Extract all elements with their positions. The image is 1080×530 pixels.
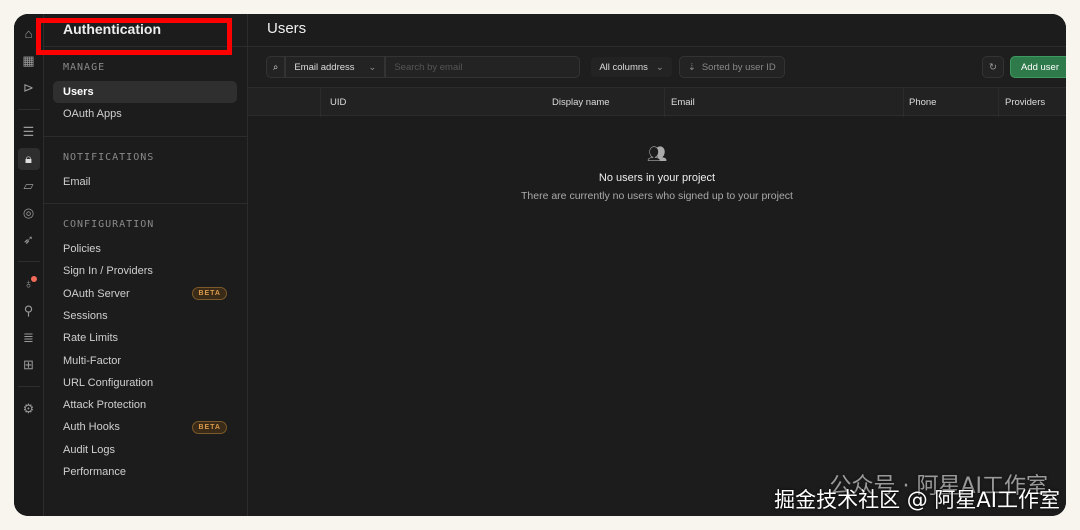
toolbar: ⌕ Email address ⌄ Search by email All col… — [248, 47, 1066, 87]
columns-dropdown[interactable]: All columns ⌄ — [590, 56, 673, 78]
search-input[interactable]: Search by email — [385, 56, 581, 78]
watermark-line2: 掘金技术社区 @ 阿星AI工作室 — [774, 488, 1060, 512]
section-notifications: NOTIFICATIONS — [63, 151, 155, 163]
integrations-icon[interactable]: ⊞ — [18, 354, 40, 376]
app-window: ⌂ ▦ ⊳ ☰ 🔒︎ ▱ ◎ ➶ ♁ ⚲ ≣ ⊞ ⚙ Authenticatio… — [14, 14, 1066, 516]
sidebar-item-policies[interactable]: Policies — [53, 238, 237, 260]
sidebar-item-oauth-apps[interactable]: OAuth Apps — [53, 103, 237, 125]
page-title: Users — [248, 14, 1066, 47]
sidebar-item-multi-factor[interactable]: Multi-Factor — [53, 349, 237, 371]
auth-sidebar: Authentication MANAGE Users OAuth Apps N… — [36, 14, 248, 516]
sidebar-item-users[interactable]: Users — [53, 81, 237, 104]
table-header: UID Display name Email Phone Providers — [248, 87, 1066, 117]
advisors-bulb-icon[interactable]: ♁ — [18, 273, 40, 295]
sidebar-item-sessions[interactable]: Sessions — [53, 305, 237, 327]
sort-icon: ⇣ — [687, 61, 696, 73]
beta-badge: BETA — [192, 420, 227, 434]
sidebar-item-audit-logs[interactable]: Audit Logs — [53, 439, 237, 461]
edge-functions-icon[interactable]: ➶ — [18, 229, 40, 251]
add-user-button[interactable]: Add user — [1009, 56, 1066, 78]
settings-gear-icon[interactable]: ⚙ — [18, 398, 40, 420]
sidebar-item-email[interactable]: Email — [53, 171, 237, 193]
empty-state: 👥︎ No users in your project There are cu… — [248, 144, 1066, 202]
empty-title: No users in your project — [598, 172, 716, 184]
sidebar-item-performance[interactable]: Performance — [53, 461, 237, 483]
sidebar-item-rate-limits[interactable]: Rate Limits — [53, 327, 237, 349]
realtime-icon[interactable]: ◎ — [18, 202, 40, 224]
storage-icon[interactable]: ▱ — [18, 175, 40, 197]
database-icon[interactable]: ☰ — [18, 121, 40, 143]
search-icon[interactable]: ⌕ — [266, 56, 286, 78]
search-field-select[interactable]: Email address ⌄ — [285, 56, 386, 78]
sql-editor-icon[interactable]: ⊳ — [18, 77, 40, 99]
highlight-box — [36, 18, 232, 55]
refresh-button[interactable]: ↻ — [982, 56, 1004, 78]
sidebar-item-auth-hooks[interactable]: Auth Hooks BETA — [53, 416, 237, 438]
icon-rail: ⌂ ▦ ⊳ ☰ 🔒︎ ▱ ◎ ➶ ♁ ⚲ ≣ ⊞ ⚙ — [14, 14, 44, 516]
sort-button[interactable]: ⇣ Sorted by user ID — [678, 56, 785, 78]
beta-badge: BETA — [192, 287, 227, 301]
column-providers[interactable]: Providers — [1005, 97, 1045, 108]
sidebar-item-attack-protection[interactable]: Attack Protection — [53, 394, 237, 416]
sidebar-item-sign-in-providers[interactable]: Sign In / Providers — [53, 260, 237, 282]
section-manage: MANAGE — [63, 62, 106, 73]
users-icon: 👥︎ — [646, 146, 668, 163]
sidebar-item-oauth-server[interactable]: OAuth Server BETA — [53, 282, 237, 304]
column-email[interactable]: Email — [671, 97, 695, 108]
main-panel: Users ⌕ Email address ⌄ Search by email A… — [248, 14, 1066, 516]
column-phone[interactable]: Phone — [909, 97, 936, 108]
empty-subtitle: There are currently no users who signed … — [521, 190, 793, 202]
auth-lock-icon[interactable]: 🔒︎ — [17, 147, 40, 170]
sidebar-item-url-configuration[interactable]: URL Configuration — [53, 372, 237, 394]
column-display-name[interactable]: Display name — [552, 97, 610, 108]
telescope-icon[interactable]: ⚲ — [18, 300, 40, 322]
section-configuration: CONFIGURATION — [63, 218, 155, 230]
column-uid[interactable]: UID — [330, 97, 346, 108]
logs-list-icon[interactable]: ≣ — [18, 327, 40, 349]
